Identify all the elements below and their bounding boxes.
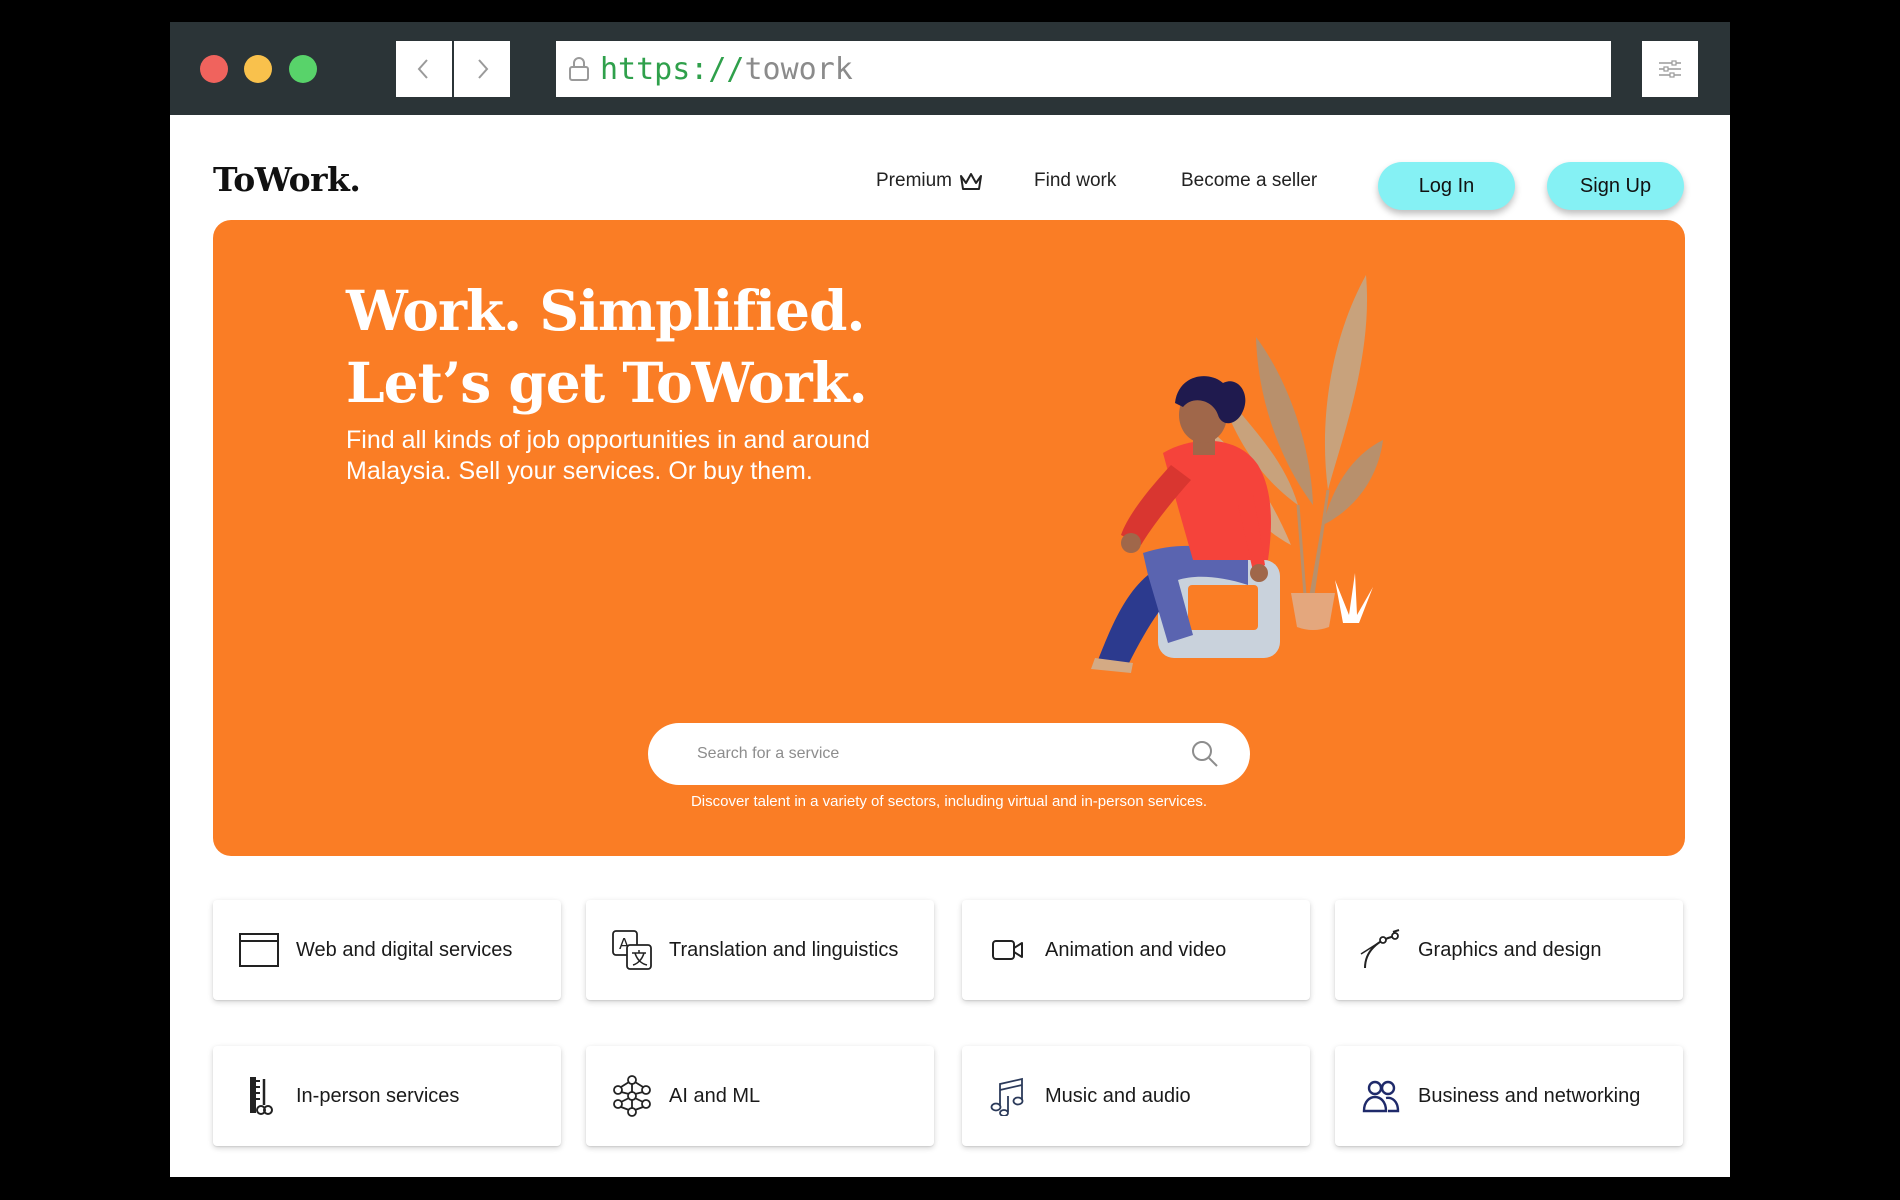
nav-find-work[interactable]: Find work (1034, 170, 1116, 192)
site-logo[interactable]: ToWork. (213, 160, 361, 199)
hero-title-line2: Let’s get ToWork. (346, 350, 868, 415)
address-bar[interactable]: https://towork (556, 41, 1611, 97)
category-label: Animation and video (1045, 938, 1227, 961)
category-label: Business and networking (1418, 1084, 1641, 1107)
category-label: Graphics and design (1418, 938, 1602, 961)
back-button[interactable] (396, 41, 452, 97)
login-button[interactable]: Log In (1378, 162, 1515, 210)
pen-tool-icon (1359, 928, 1403, 972)
category-label: Music and audio (1045, 1084, 1191, 1107)
settings-button[interactable] (1642, 41, 1698, 97)
maximize-window-button[interactable] (289, 55, 317, 83)
signup-button[interactable]: Sign Up (1547, 162, 1684, 210)
lock-icon (568, 56, 590, 82)
hero-title-line1: Work. Simplified. (346, 278, 866, 343)
minimize-window-button[interactable] (244, 55, 272, 83)
hero-banner: Work. Simplified. Let’s get ToWork. Find… (213, 220, 1685, 856)
sliders-icon (1659, 60, 1681, 78)
chevron-left-icon (417, 59, 428, 79)
comb-scissors-icon (237, 1074, 281, 1118)
browser-toolbar: https://towork (170, 22, 1730, 115)
category-label: Web and digital services (296, 938, 513, 961)
crown-icon (960, 173, 983, 190)
category-label: Translation and linguistics (669, 938, 899, 961)
video-camera-icon (986, 928, 1030, 972)
neural-network-icon (610, 1074, 654, 1118)
url-scheme: https:// (600, 51, 745, 87)
category-card-graphics[interactable]: Graphics and design (1335, 900, 1683, 1000)
forward-button[interactable] (454, 41, 510, 97)
nav-premium-label: Premium (876, 170, 953, 191)
nav-premium[interactable]: Premium (876, 170, 984, 192)
category-card-music[interactable]: Music and audio (962, 1046, 1310, 1146)
category-card-in-person[interactable]: In-person services (213, 1046, 561, 1146)
translate-icon: A (610, 928, 654, 972)
category-label: In-person services (296, 1084, 460, 1107)
service-search-box (648, 723, 1250, 785)
hero-subtitle: Find all kinds of job opportunities in a… (346, 426, 870, 485)
site-header: ToWork. Premium Find work Become a selle… (170, 115, 1730, 220)
category-card-translation[interactable]: A Translation and linguistics (586, 900, 934, 1000)
category-label: AI and ML (669, 1084, 761, 1107)
category-card-business[interactable]: Business and networking (1335, 1046, 1683, 1146)
chevron-right-icon (478, 59, 489, 79)
search-input[interactable] (695, 744, 1169, 764)
nav-become-seller[interactable]: Become a seller (1181, 170, 1317, 192)
close-window-button[interactable] (200, 55, 228, 83)
hero-illustration (1091, 275, 1383, 673)
url-host: towork (744, 51, 853, 87)
category-card-ai-ml[interactable]: AI and ML (586, 1046, 934, 1146)
search-hint: Discover talent in a variety of sectors,… (690, 793, 1208, 810)
browser-window-icon (237, 928, 281, 972)
music-notes-icon (986, 1074, 1030, 1118)
search-icon[interactable] (1190, 739, 1220, 769)
category-card-animation[interactable]: Animation and video (962, 900, 1310, 1000)
category-card-web[interactable]: Web and digital services (213, 900, 561, 1000)
hero-title: Work. Simplified. Let’s get ToWork. (346, 275, 868, 419)
people-icon (1359, 1074, 1403, 1118)
browser-window: https://towork ToWork. Premium Find work… (170, 22, 1730, 1177)
